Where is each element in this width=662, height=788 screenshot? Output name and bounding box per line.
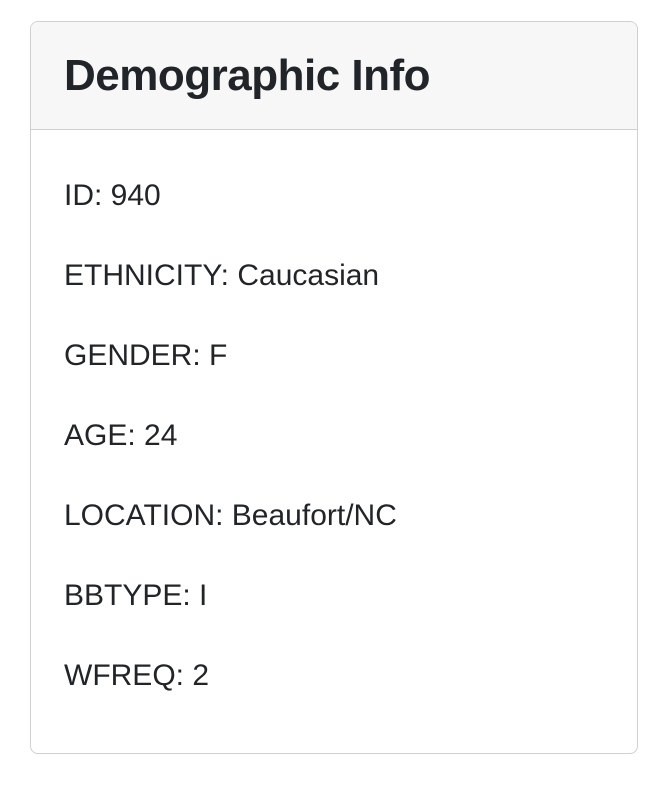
info-age: AGE: 24 bbox=[64, 419, 178, 452]
panel-title: Demographic Info bbox=[64, 50, 431, 100]
info-gender: GENDER: F bbox=[64, 339, 228, 372]
demographic-info-panel: Demographic Info ID: 940 ETHNICITY: Cauc… bbox=[30, 21, 638, 754]
info-location: LOCATION: Beaufort/NC bbox=[64, 499, 397, 532]
panel-header: Demographic Info bbox=[31, 22, 637, 130]
info-ethnicity: ETHNICITY: Caucasian bbox=[64, 259, 380, 292]
info-bbtype: BBTYPE: I bbox=[64, 579, 208, 612]
info-wfreq: WFREQ: 2 bbox=[64, 659, 210, 692]
info-id: ID: 940 bbox=[64, 179, 161, 212]
